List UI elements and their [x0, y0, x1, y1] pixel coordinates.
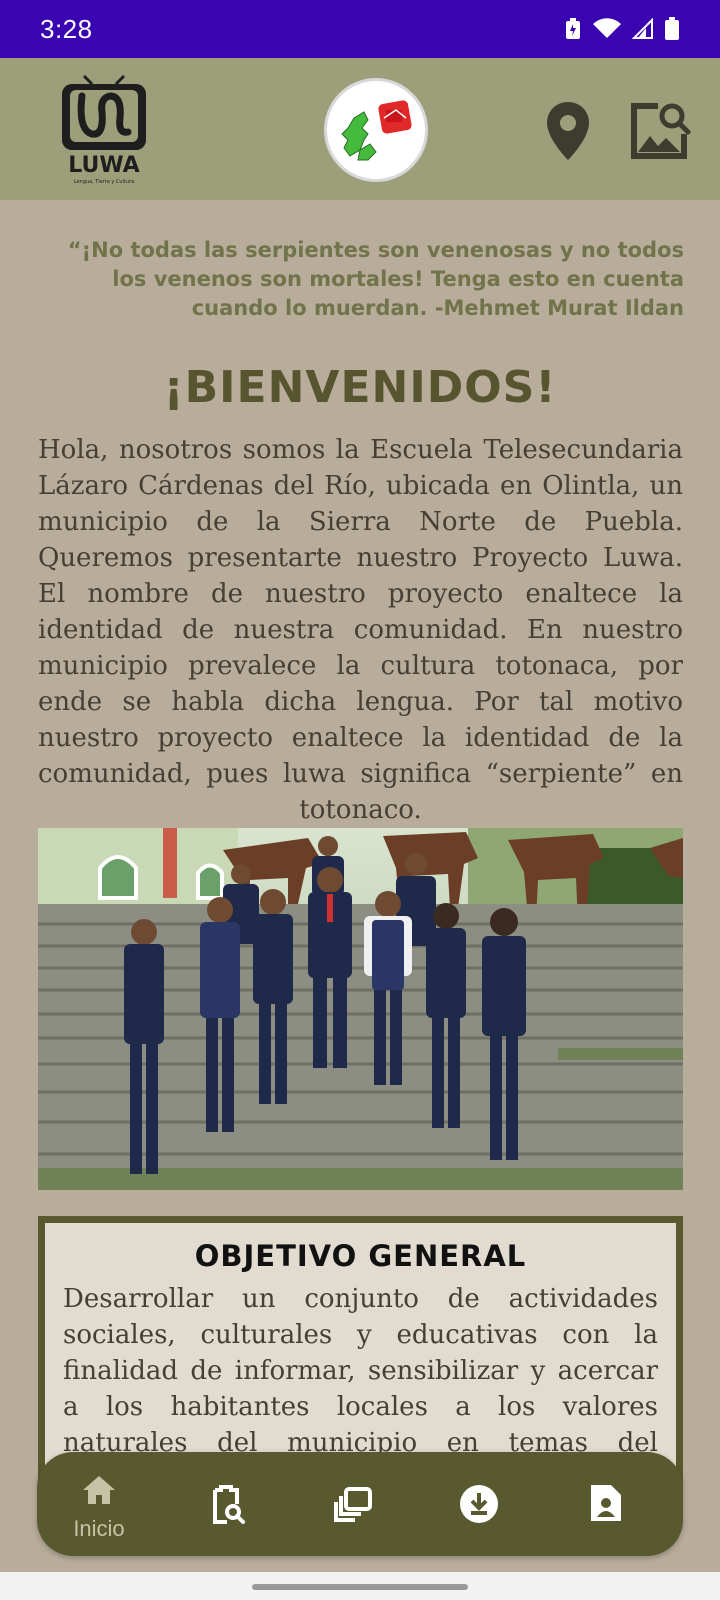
nav-item-gallery[interactable]: [317, 1452, 389, 1556]
status-icons: [564, 17, 680, 41]
luwa-logo[interactable]: LUWA Lengua, Tierra y Cultura: [58, 72, 150, 188]
welcome-title: ¡BIENVENIDOS!: [163, 362, 557, 413]
download-icon: [460, 1485, 498, 1523]
svg-text:Lengua, Tierra y Cultura: Lengua, Tierra y Cultura: [74, 179, 134, 185]
svg-text:LUWA: LUWA: [68, 153, 139, 178]
clipboard-search-icon: [213, 1485, 245, 1524]
nav-item-document[interactable]: [569, 1452, 641, 1556]
map-pin-icon[interactable]: [545, 100, 591, 162]
battery-saver-icon: [566, 18, 580, 39]
home-gesture-pill[interactable]: [252, 1584, 468, 1590]
wifi-icon: [593, 18, 621, 38]
nav-item-inicio[interactable]: Inicio: [59, 1452, 139, 1556]
app-header: LUWA Lengua, Tierra y Cultura: [0, 58, 720, 200]
status-bar: 3:28: [0, 0, 720, 58]
puebla-map-badge[interactable]: [324, 78, 428, 182]
team-photo: [38, 828, 683, 1190]
signal-icon: [632, 18, 653, 39]
battery-icon: [665, 17, 679, 40]
gallery-icon: [334, 1487, 372, 1522]
home-content[interactable]: “¡No todas las serpientes son venenosas …: [0, 200, 720, 1600]
nav-item-clipboard-search[interactable]: [191, 1452, 263, 1556]
nav-label-inicio: Inicio: [73, 1516, 125, 1541]
image-search-icon[interactable]: [628, 100, 692, 160]
document-icon: [591, 1485, 621, 1521]
objective-title: OBJETIVO GENERAL: [194, 1239, 527, 1273]
intro-paragraph: Hola, nosotros somos la Escuela Telesecu…: [38, 435, 683, 825]
mehmet-murat-quote: “¡No todas las serpientes son venenosas …: [67, 238, 684, 320]
bottom-navigation: Inicio: [37, 1452, 683, 1556]
puebla-map-icon: [341, 100, 412, 161]
gesture-area: [0, 1572, 720, 1600]
nav-item-download[interactable]: [443, 1452, 515, 1556]
home-icon: [83, 1476, 115, 1504]
status-time: 3:28: [40, 13, 93, 44]
